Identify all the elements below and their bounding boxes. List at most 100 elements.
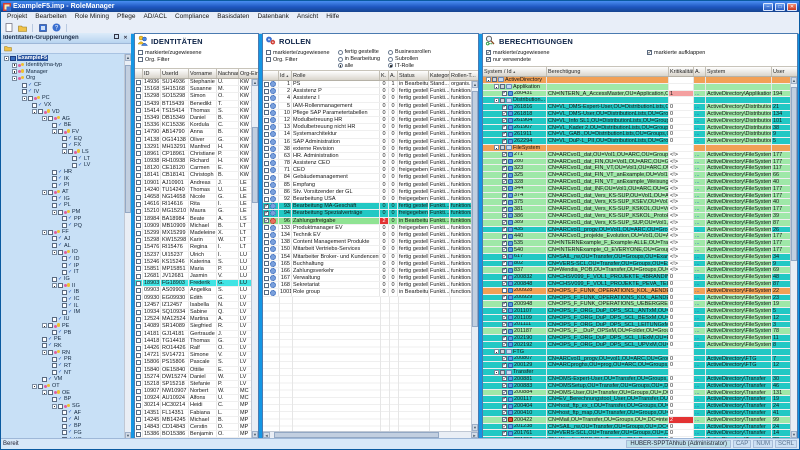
- tree-item[interactable]: OE: [2, 389, 124, 396]
- row-checkbox[interactable]: [502, 138, 507, 144]
- tree-item[interactable]: BP: [2, 396, 124, 403]
- row-checkbox[interactable]: [502, 220, 507, 226]
- tree-item[interactable]: II: [2, 282, 124, 289]
- row-checkbox[interactable]: [136, 424, 141, 430]
- row-checkbox[interactable]: [136, 367, 141, 373]
- filter-checkbox-item[interactable]: markierte/zugewiesene: [138, 49, 255, 56]
- tree-checkbox[interactable]: [52, 330, 57, 336]
- row-checkbox[interactable]: [136, 431, 141, 437]
- radio-button[interactable]: [388, 56, 394, 62]
- tree-item[interactable]: RN: [2, 349, 124, 356]
- role-row[interactable]: 1001 Role group 0 0 in Bearbeitung Funkt…: [263, 289, 471, 297]
- role-row[interactable]: 38 externe Revision 0 0 fertig gestellt …: [263, 145, 471, 153]
- permission-row[interactable]: 200884 CN=DMS-User,OU=Transfer,OU=Groups…: [483, 389, 790, 397]
- header-checkbox-col[interactable]: [263, 71, 279, 80]
- identity-row[interactable]: 15806 PS15806 Pascale S. LV: [135, 359, 251, 367]
- row-checkbox[interactable]: [502, 315, 507, 321]
- permission-row[interactable]: 200881 CN=DMS-Expert-User,OU=Transfer,OU…: [483, 376, 790, 383]
- tree-item[interactable]: PQ: [2, 222, 124, 229]
- row-checkbox[interactable]: [136, 216, 141, 222]
- identity-row[interactable]: 14843 CD14843 Cerstin D. MP: [135, 424, 251, 432]
- row-checkbox[interactable]: [502, 152, 507, 158]
- row-checkbox[interactable]: [136, 86, 141, 92]
- permission-row[interactable]: 202190 CN=OPS_F_ORG_DuP_OPS_SCL_LIExM,OU…: [483, 335, 790, 343]
- tree-expander-icon[interactable]: [494, 349, 499, 355]
- tree-item[interactable]: PM: [2, 209, 124, 216]
- tree-item[interactable]: VM: [2, 376, 124, 383]
- tree-item[interactable]: Manager: [2, 68, 124, 75]
- tree-checkbox[interactable]: [62, 136, 67, 142]
- permission-row[interactable]: 261911 CN=VL_GAB.,OU=DistributionLists,O…: [483, 131, 790, 139]
- row-checkbox[interactable]: [264, 103, 269, 109]
- tree-item[interactable]: FG: [2, 430, 124, 437]
- permission-row[interactable]: 802 CN=VERS-SCL,OU=Transfer,OU=Groups,OU…: [483, 260, 790, 268]
- tree-checkbox[interactable]: [52, 276, 57, 282]
- header-rolle[interactable]: Rolle: [292, 71, 380, 80]
- row-checkbox[interactable]: [500, 97, 505, 103]
- row-checkbox[interactable]: [502, 383, 507, 389]
- row-checkbox[interactable]: [502, 301, 507, 307]
- tree-expander-icon[interactable]: [494, 145, 499, 151]
- row-checkbox[interactable]: [136, 288, 141, 294]
- tree-item[interactable]: IM: [2, 309, 124, 316]
- identity-row[interactable]: 15246 KS15246 Katerina S. LU: [135, 258, 251, 266]
- tree-expander-icon[interactable]: [42, 189, 47, 195]
- identity-row[interactable]: 14418 TG14418 Thomas G. LV: [135, 337, 251, 345]
- identity-row[interactable]: 15336 KC15336 Kordula C. KW: [135, 122, 251, 130]
- row-checkbox[interactable]: [264, 110, 269, 116]
- identity-row[interactable]: 15298 SO15298 Simon O. KW: [135, 93, 251, 101]
- header-kategorie[interactable]: Kategorie: [429, 71, 450, 80]
- permission-row[interactable]: 200807 CN=ARCvol1_progv,OU=vol1,OU=ARC,O…: [483, 355, 790, 363]
- row-checkbox[interactable]: [264, 131, 269, 137]
- tree-checkbox[interactable]: [72, 162, 77, 168]
- row-checkbox[interactable]: [264, 117, 269, 123]
- tree-checkbox[interactable]: [52, 169, 57, 175]
- identity-row[interactable]: 10938 RH10938 Richard H. KW: [135, 158, 251, 166]
- tree-item[interactable]: IO: [2, 249, 124, 256]
- permission-row[interactable]: 323 CN=ARCvol1_dat_FIN_VT,OU=Vol1,OU=ARC…: [483, 165, 790, 173]
- menu-item[interactable]: Datenbank: [253, 12, 292, 22]
- status-radio-item[interactable]: in Bearbeitung: [337, 56, 380, 63]
- tree-checkbox[interactable]: [58, 283, 63, 289]
- tree-item[interactable]: AF: [2, 409, 124, 416]
- role-row[interactable]: 13 Modulbetreuung nicht HR 0 0 fertig ge…: [263, 124, 471, 132]
- role-row[interactable]: 138 Content Management Produkte 0 0 fert…: [263, 239, 471, 247]
- permission-row[interactable]: 271 CN=ARCvol1_dat,OU=Vol1,OU=ARC,OU=Gro…: [483, 151, 790, 159]
- identity-row[interactable]: 14936 SU14936 Stephanie U. KW: [135, 79, 251, 87]
- row-checkbox[interactable]: [502, 131, 507, 137]
- permission-row[interactable]: 435 CN=ARCvol1_progv,OU=Vol1,OU=ARC,OU=G…: [483, 226, 790, 234]
- identity-row[interactable]: 10909 MB10909 Michael B. LT: [135, 222, 251, 230]
- tree-item[interactable]: Identity/ma-typ: [2, 62, 124, 69]
- tree-item[interactable]: LV: [2, 162, 124, 169]
- filter-checkbox-item[interactable]: markierte aufklappen: [647, 49, 733, 56]
- header-vorname[interactable]: Vorname: [189, 69, 217, 78]
- role-row[interactable]: 165 Buchhaltung 0 0 fertig gestellt Funk…: [263, 260, 471, 268]
- row-checkbox[interactable]: [502, 206, 507, 212]
- tree-item[interactable]: IP: [2, 262, 124, 269]
- filter-checkbox[interactable]: [266, 57, 271, 62]
- tree-item[interactable]: FX: [2, 142, 124, 149]
- row-checkbox[interactable]: [264, 196, 269, 202]
- role-row[interactable]: 150 Mitarbeit Vertriebs-Services 0 0 fer…: [263, 246, 471, 254]
- identity-row[interactable]: 18903 FG18903 Frederik G. LU: [135, 280, 251, 288]
- tree-item[interactable]: ID: [2, 256, 124, 263]
- permission-row[interactable]: 261816 CN=VL_DMS-Expert-User,OU=Distribu…: [483, 104, 790, 111]
- row-checkbox[interactable]: [136, 359, 141, 365]
- identity-row[interactable]: 15237 UI15237 Ulrich I. LU: [135, 251, 251, 259]
- tree-expander-icon[interactable]: [12, 75, 17, 81]
- permission-row[interactable]: 200929 CN=OPS_F_FUNK_OPERATIONS_KOL_AEND…: [483, 294, 790, 302]
- row-checkbox[interactable]: [502, 179, 507, 185]
- tree-checkbox[interactable]: [52, 202, 57, 208]
- row-checkbox[interactable]: [502, 417, 507, 423]
- row-checkbox[interactable]: [502, 322, 507, 327]
- tree-expander-icon[interactable]: [52, 129, 57, 135]
- tree-checkbox[interactable]: [62, 410, 67, 416]
- permission-row[interactable]: 540 CN=INTERNExample_O_EVERYONE,OU=Group…: [483, 246, 790, 254]
- role-row[interactable]: 14 Systemarchitektur 0 0 fertig gestellt…: [263, 131, 471, 139]
- permission-row[interactable]: 200948 CN=OPS_F_FUNK_OPERATIONS_UEBERGRE…: [483, 301, 790, 309]
- menu-item[interactable]: Projekt: [3, 12, 31, 22]
- row-checkbox[interactable]: [136, 374, 141, 380]
- tree-item[interactable]: IG: [2, 276, 124, 283]
- row-checkbox[interactable]: [136, 266, 141, 272]
- role-row[interactable]: 86 Stv. Vorsitzender der GL 0 0 fertig g…: [263, 188, 471, 196]
